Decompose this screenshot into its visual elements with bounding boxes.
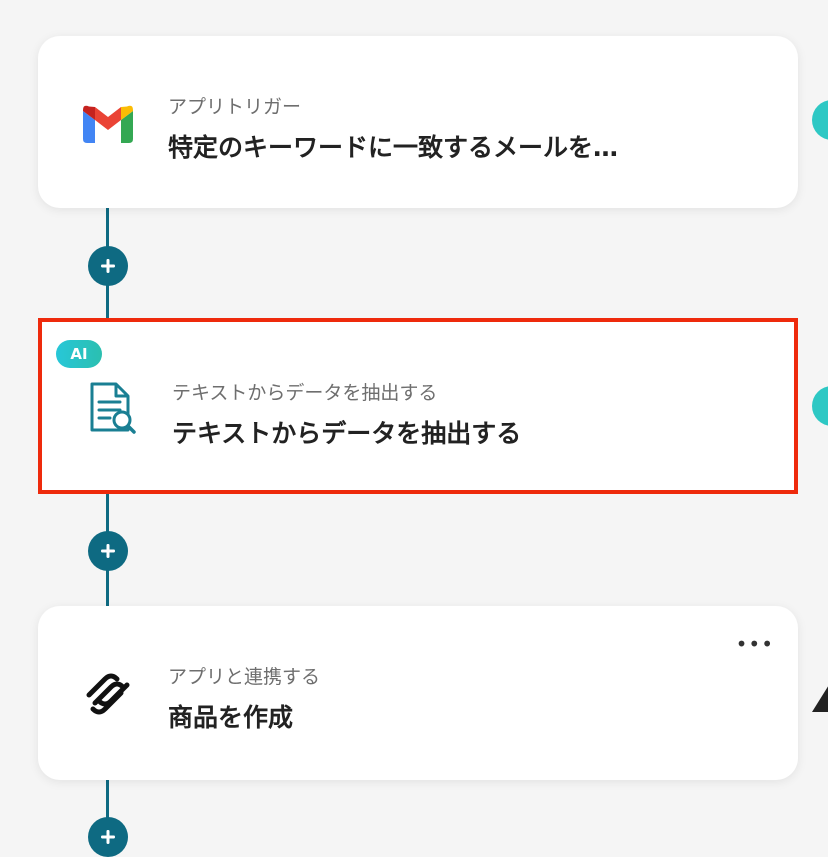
gmail-icon [82, 98, 134, 150]
more-options-button[interactable]: ••• [736, 632, 774, 656]
plus-icon [101, 830, 115, 844]
ai-badge: AI [56, 340, 102, 368]
add-step-button[interactable] [88, 531, 128, 571]
step-title: テキストからデータを抽出する [172, 419, 522, 448]
trigger-step-card[interactable]: アプリトリガー 特定のキーワードに一致するメールを… [38, 36, 798, 208]
add-step-button[interactable] [88, 817, 128, 857]
add-step-button[interactable] [88, 246, 128, 286]
warning-icon [812, 680, 828, 712]
step-type-label: アプリと連携する [168, 666, 321, 688]
ai-extract-step-card[interactable]: AI テキストからデータを抽出する テキストからデータを抽出する [38, 318, 798, 494]
step-type-label: テキストからデータを抽出する [172, 382, 438, 404]
document-search-icon [86, 382, 138, 436]
step-title: 商品を作成 [168, 703, 294, 732]
step-type-label: アプリトリガー [168, 96, 302, 118]
status-indicator [812, 100, 828, 140]
plus-icon [101, 544, 115, 558]
plus-icon [101, 259, 115, 273]
step-title: 特定のキーワードに一致するメールを… [168, 133, 619, 162]
app-action-step-card[interactable]: ••• アプリと連携する 商品を作成 [38, 606, 798, 780]
status-indicator [812, 386, 828, 426]
squarespace-icon [82, 668, 134, 720]
